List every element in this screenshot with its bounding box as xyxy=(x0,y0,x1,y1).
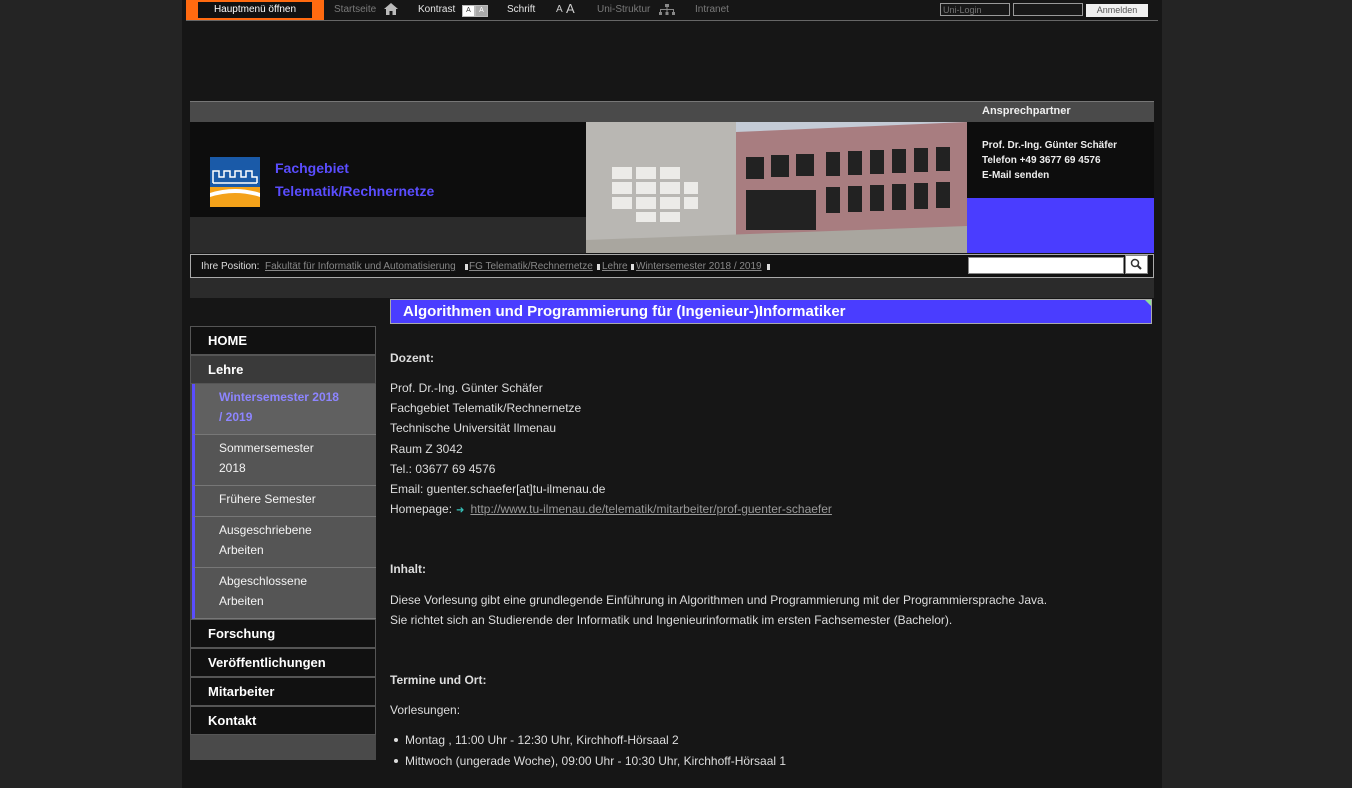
lecture-item: Mittwoch (ungerade Woche), 09:00 Uhr - 1… xyxy=(405,754,787,768)
breadcrumb-item-faculty[interactable]: Fakultät für Informatik und Automatisier… xyxy=(265,261,456,272)
font-size-small[interactable]: A xyxy=(556,4,563,15)
subitem-line: Abgeschlossene xyxy=(219,574,308,588)
contrast-high[interactable]: A xyxy=(475,5,488,17)
sidebar-subitem-fruehere-semester[interactable]: Frühere Semester xyxy=(192,486,376,517)
breadcrumb-separator xyxy=(597,264,600,270)
contrast-toggle[interactable]: A A xyxy=(462,5,488,17)
breadcrumb: Ihre Position: Fakultät für Informatik u… xyxy=(190,254,1154,278)
sidebar-item-mitarbeiter[interactable]: Mitarbeiter xyxy=(190,677,376,706)
sitemap-icon[interactable] xyxy=(658,4,676,15)
breadcrumb-item-department[interactable]: FG Telematik/Rechnernetze xyxy=(469,261,593,272)
dozent-heading: Dozent: xyxy=(390,351,434,365)
contact-box: Prof. Dr.-Ing. Günter Schäfer Telefon +4… xyxy=(967,122,1154,198)
sidebar-item-lehre[interactable]: Lehre xyxy=(190,355,376,384)
subitem-line: Ausgeschriebene xyxy=(219,523,312,537)
sidebar-subitem-sommersemester[interactable]: Sommersemester 2018 xyxy=(192,435,376,486)
subitem-line: Wintersemester 2018 xyxy=(219,390,339,404)
font-size-large[interactable]: A xyxy=(566,1,575,16)
department-logo[interactable] xyxy=(210,157,260,207)
font-label: Schrift xyxy=(507,4,536,15)
uni-structure-link[interactable]: Uni-Struktur xyxy=(597,4,650,15)
login-button[interactable]: Anmelden xyxy=(1086,4,1148,17)
contrast-label: Kontrast xyxy=(418,4,456,15)
top-toolbar: Hauptmenü öffnen Startseite Kontrast A A… xyxy=(186,0,1158,21)
dozent-line: Email: guenter.schaefer[at]tu-ilmenau.de xyxy=(390,482,606,496)
breadcrumb-item-lehre[interactable]: Lehre xyxy=(602,261,628,272)
dozent-line: Prof. Dr.-Ing. Günter Schäfer xyxy=(390,381,543,395)
sidebar-subitem-wintersemester[interactable]: Wintersemester 2018 / 2019 xyxy=(192,384,376,435)
search-input[interactable] xyxy=(968,257,1124,274)
sidebar-subitem-abgeschlossene-arbeiten[interactable]: Abgeschlossene Arbeiten xyxy=(192,568,376,619)
breadcrumb-spacer xyxy=(190,278,1154,298)
main-menu-label: Hauptmenü öffnen xyxy=(198,2,312,18)
inhalt-line: Diese Vorlesung gibt eine grundlegende E… xyxy=(390,593,1048,607)
homepage-row: Homepage: ➜ http://www.tu-ilmenau.de/telem… xyxy=(390,502,832,516)
sidebar-subitem-ausgeschriebene-arbeiten[interactable]: Ausgeschriebene Arbeiten xyxy=(192,517,376,568)
sidebar-item-home[interactable]: HOME xyxy=(190,326,376,355)
sidebar-item-kontakt[interactable]: Kontakt xyxy=(190,706,376,735)
dozent-line: Raum Z 3042 xyxy=(390,442,463,456)
list-bullet xyxy=(394,759,398,763)
termine-heading: Termine und Ort: xyxy=(390,673,487,687)
department-line-1: Fachgebiet xyxy=(275,160,349,176)
uni-login-input[interactable] xyxy=(940,3,1010,16)
breadcrumb-separator xyxy=(767,264,770,270)
homepage-link[interactable]: http://www.tu-ilmenau.de/telematik/mitar… xyxy=(470,502,832,516)
department-name[interactable]: Fachgebiet Telematik/Rechnernetze xyxy=(275,157,434,203)
title-corner-marker xyxy=(1145,300,1151,306)
vorlesungen-label: Vorlesungen: xyxy=(390,703,461,717)
breadcrumb-label: Ihre Position: xyxy=(201,261,260,272)
dozent-line: Tel.: 03677 69 4576 xyxy=(390,462,496,476)
sidebar-item-veroeffentlichungen[interactable]: Veröffentlichungen xyxy=(190,648,376,677)
subitem-line: Arbeiten xyxy=(219,543,264,557)
home-link[interactable]: Startseite xyxy=(334,4,376,15)
homepage-label: Homepage: xyxy=(390,502,453,516)
subitem-line: Arbeiten xyxy=(219,594,264,608)
breadcrumb-separator xyxy=(631,264,634,270)
contact-heading: Ansprechpartner xyxy=(967,101,1154,122)
subitem-line: Sommersemester xyxy=(219,441,314,455)
subitem-line: / 2019 xyxy=(219,410,253,424)
sidebar-item-forschung[interactable]: Forschung xyxy=(190,619,376,648)
subitem-line: 2018 xyxy=(219,461,246,475)
header-strip xyxy=(190,101,967,122)
list-bullet xyxy=(394,738,398,742)
password-input[interactable] xyxy=(1013,3,1083,16)
contact-accent-block xyxy=(967,198,1154,253)
breadcrumb-separator xyxy=(465,264,468,270)
logo-area-footer xyxy=(190,217,586,253)
intranet-link[interactable]: Intranet xyxy=(695,4,729,15)
dozent-line: Technische Universität Ilmenau xyxy=(390,421,557,435)
contrast-normal[interactable]: A xyxy=(462,5,475,17)
sidebar-nav: HOME Lehre Wintersemester 2018 / 2019 So… xyxy=(190,326,376,760)
contact-name: Prof. Dr.-Ing. Günter Schäfer xyxy=(982,140,1118,151)
contact-email-link[interactable]: E-Mail senden xyxy=(982,168,1154,183)
search-icon xyxy=(1130,258,1142,270)
header-building-photo xyxy=(586,122,967,253)
department-line-2: Telematik/Rechnernetze xyxy=(275,183,435,199)
lecture-item: Montag , 11:00 Uhr - 12:30 Uhr, Kirchhof… xyxy=(405,733,679,747)
inhalt-line: Sie richtet sich an Studierende der Info… xyxy=(390,613,953,627)
external-link-arrow-icon: ➜ xyxy=(456,505,465,516)
home-icon[interactable] xyxy=(384,3,398,15)
contact-phone: Telefon +49 3677 69 4576 xyxy=(982,155,1101,166)
inhalt-heading: Inhalt: xyxy=(390,562,426,576)
main-menu-button[interactable]: Hauptmenü öffnen xyxy=(186,0,324,20)
breadcrumb-item-semester[interactable]: Wintersemester 2018 / 2019 xyxy=(636,261,762,272)
subitem-line: Frühere Semester xyxy=(219,492,316,506)
search-button[interactable] xyxy=(1125,255,1148,274)
page-title: Algorithmen und Programmierung für (Inge… xyxy=(390,299,1152,324)
dozent-line: Fachgebiet Telematik/Rechnernetze xyxy=(390,401,582,415)
